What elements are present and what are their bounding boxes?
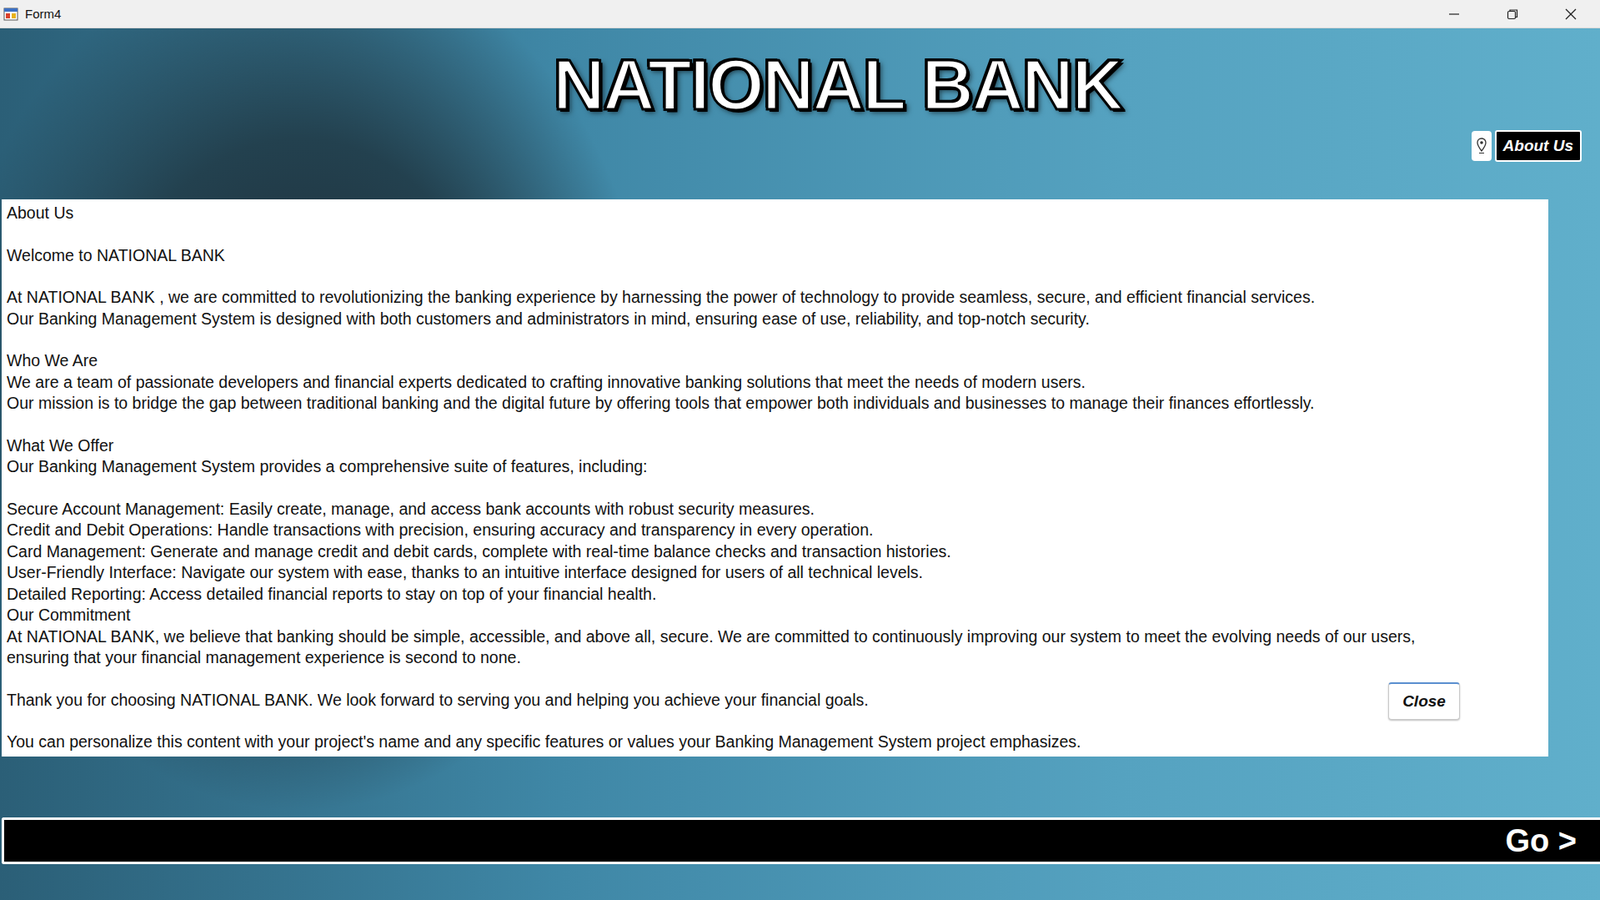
text-line: You can personalize this content with yo… [6,731,1544,753]
text-paragraph: About Us [6,202,1544,225]
text-line: At NATIONAL BANK , we are committed to r… [6,286,1544,309]
text-paragraph: Thank you for choosing NATIONAL BANK. We… [6,689,1544,712]
form-window: Form4 NATIONAL BANK About Us About Us Welcom… [0,0,1600,900]
go-label: Go > [1504,822,1577,858]
minimize-icon [1448,8,1460,21]
text-line: Card Management: Generate and manage cre… [6,541,1544,563]
about-us-button[interactable]: About Us [1494,130,1582,162]
text-line: User-Friendly Interface: Navigate our sy… [6,561,1544,584]
text-line: Welcome to NATIONAL BANK [6,245,1544,267]
close-window-button[interactable] [1541,0,1600,28]
text-paragraph: You can personalize this content with yo… [6,731,1544,753]
text-line: Detailed Reporting: Access detailed fina… [6,583,1544,606]
background-picture: NATIONAL BANK About Us About Us Welcome to … [0,28,1600,900]
text-line: We are a team of passionate developers a… [6,371,1544,394]
location-button[interactable] [1471,130,1492,161]
text-line: Credit and Debit Operations: Handle tran… [6,519,1544,542]
restore-button[interactable] [1483,0,1542,28]
text-line: Our Banking Management System provides a… [6,456,1544,478]
text-line: Secure Account Management: Easily create… [6,498,1544,521]
text-paragraph: At NATIONAL BANK , we are committed to r… [6,286,1544,330]
text-line: Thank you for choosing NATIONAL BANK. We… [6,689,1544,712]
text-line: Our Commitment [6,604,1544,627]
title-bar: Form4 [0,0,1600,29]
text-paragraph: Who We AreWe are a team of passionate de… [6,350,1544,415]
restore-icon [1506,8,1519,21]
text-line: Our Banking Management System is designe… [6,308,1544,331]
text-line: What We Offer [6,435,1544,457]
text-line: Our mission is to bridge the gap between… [6,392,1544,415]
bank-logo: NATIONAL BANK [552,40,1123,129]
text-line: About Us [6,202,1544,225]
minimize-button[interactable] [1424,0,1484,28]
app-icon [3,6,19,22]
window-title: Form4 [25,6,61,21]
close-button[interactable]: Close [1388,682,1460,720]
about-text-box[interactable]: About Us Welcome to NATIONAL BANK At NATIO… [1,199,1549,757]
text-paragraph: What We OfferOur Banking Management Syst… [6,435,1544,478]
text-paragraph: Secure Account Management: Easily create… [6,498,1544,669]
close-icon [1564,8,1577,21]
go-button[interactable]: Go > [1,817,1600,864]
text-paragraph: Welcome to NATIONAL BANK [6,245,1544,267]
text-line: At NATIONAL BANK, we believe that bankin… [6,626,1544,648]
text-line: ensuring that your financial management … [6,647,1544,669]
location-pin-icon [1476,137,1487,155]
header: NATIONAL BANK About Us [0,28,1600,200]
text-line: Who We Are [6,350,1544,372]
